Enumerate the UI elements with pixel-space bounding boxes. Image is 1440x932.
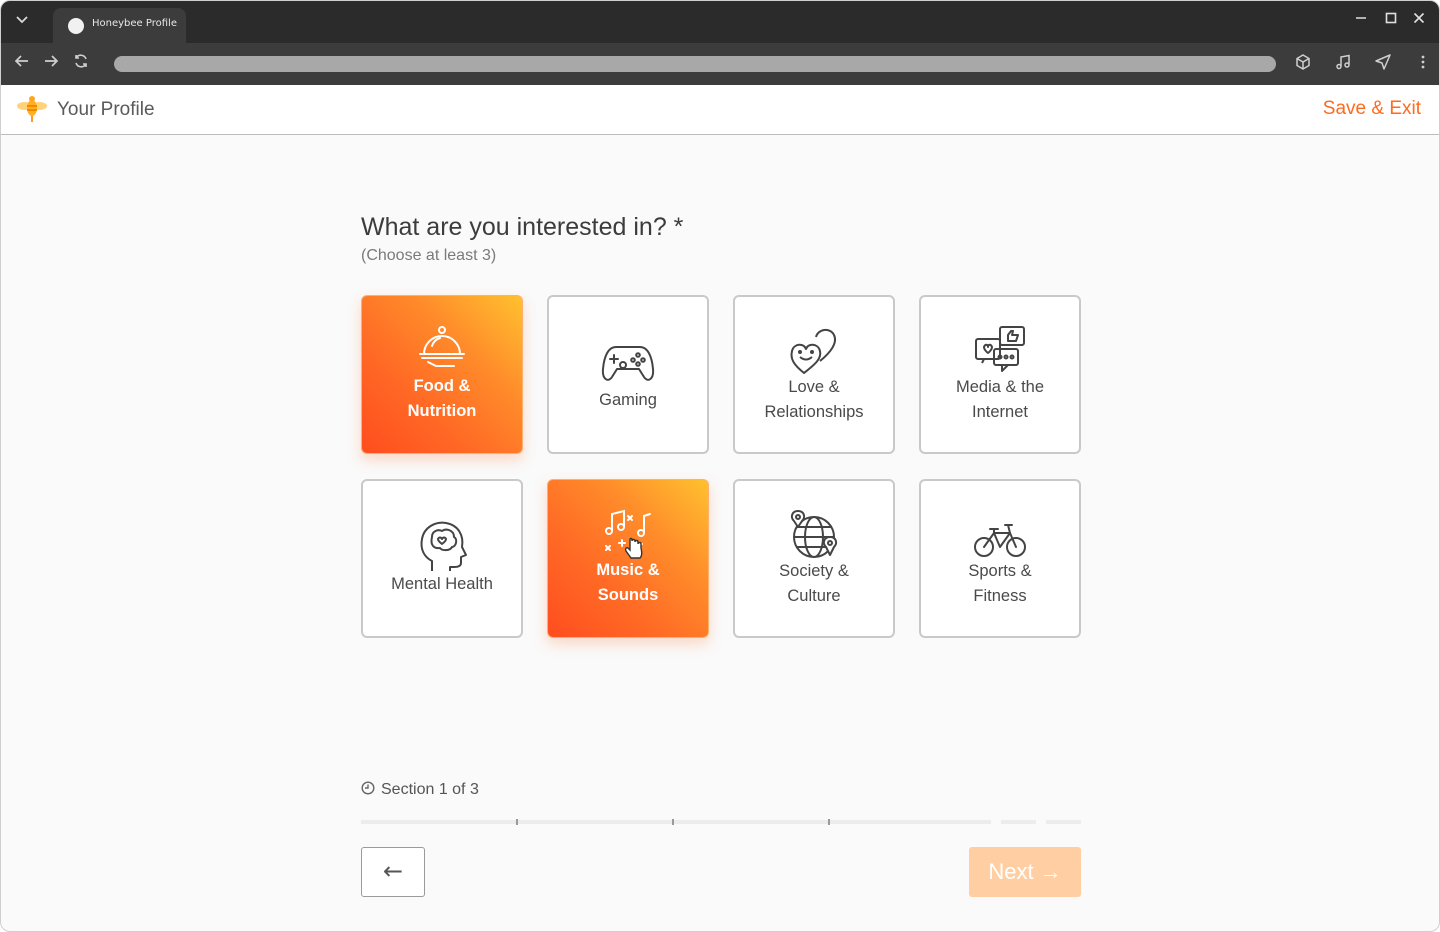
next-button[interactable]: Next → [969, 847, 1081, 897]
back-arrow-icon[interactable] [11, 53, 33, 75]
interest-card-love-relationships[interactable]: Love & Relationships [733, 295, 895, 454]
progress-segment [1046, 820, 1081, 824]
interest-card-food-nutrition[interactable]: Food & Nutrition [361, 295, 523, 454]
favicon-icon [68, 18, 84, 34]
progress-tick [672, 819, 674, 825]
interest-card-sports-fitness[interactable]: Sports & Fitness [919, 479, 1081, 638]
interest-label-line2: Relationships [764, 403, 864, 421]
maximize-icon[interactable] [1382, 12, 1400, 30]
chevron-down-icon[interactable] [11, 11, 33, 33]
interest-card-society-culture[interactable]: Society & Culture [733, 479, 895, 638]
page-title: Your Profile [57, 99, 155, 120]
honeybee-logo-icon [17, 96, 47, 122]
kebab-menu-icon[interactable] [1412, 53, 1434, 75]
progress-segment [1001, 820, 1036, 824]
minimize-icon[interactable] [1352, 12, 1370, 30]
close-icon[interactable] [1410, 12, 1428, 30]
browser-window: Honeybee Profile Your Profile Save & Exi… [0, 0, 1440, 932]
progress-segment [361, 820, 991, 824]
interest-label-line1: Love & [788, 378, 840, 396]
interest-label-line1: Music & [596, 561, 660, 579]
interest-label-line2: Sounds [597, 586, 659, 604]
progress-tick [516, 819, 518, 825]
interest-label-line1: Sports & [968, 562, 1032, 580]
bicycle-icon [974, 524, 1026, 557]
brain-head-icon [420, 521, 467, 571]
question-heading: What are you interested in? * [361, 213, 684, 241]
interest-label-line2: Nutrition [407, 402, 477, 420]
gamepad-icon [601, 346, 655, 381]
address-bar[interactable] [114, 56, 1276, 72]
clock-icon [361, 781, 375, 795]
interest-label-line1: Media & the [955, 378, 1045, 396]
interest-label-line2: Culture [787, 587, 841, 605]
arrow-right-icon: → [1039, 859, 1062, 884]
send-icon[interactable] [1372, 53, 1394, 75]
forward-arrow-icon[interactable] [40, 53, 62, 75]
cube-icon[interactable] [1292, 53, 1314, 75]
interest-card-gaming[interactable]: Gaming [547, 295, 709, 454]
interest-label-line2: Internet [972, 403, 1028, 421]
interest-label-line1: Food & [413, 377, 471, 395]
hearts-icon [790, 329, 836, 374]
interest-label-line2: Fitness [973, 587, 1027, 605]
browser-toolbar [1, 43, 1439, 85]
browser-tab[interactable]: Honeybee Profile [53, 8, 186, 43]
interest-label: Mental Health [391, 575, 493, 593]
interest-label: Gaming [599, 391, 657, 409]
next-label: Next [988, 859, 1034, 884]
back-button[interactable]: ← [361, 847, 425, 897]
interest-card-media-internet[interactable]: Media & the Internet [919, 295, 1081, 454]
section-indicator: Section 1 of 3 [361, 781, 479, 799]
progress-bar [361, 819, 1081, 825]
interest-card-mental-health[interactable]: Mental Health [361, 479, 523, 638]
app-header: Your Profile Save & Exit [1, 85, 1439, 135]
save-exit-link[interactable]: Save & Exit [1323, 98, 1421, 120]
reload-icon[interactable] [70, 53, 92, 75]
food-cloche-icon [419, 326, 465, 367]
chat-bubbles-icon [975, 326, 1025, 372]
browser-titlebar: Honeybee Profile [1, 1, 1439, 43]
globe-pins-icon [790, 510, 838, 558]
music-note-icon[interactable] [1332, 53, 1354, 75]
section-text: Section 1 of 3 [381, 781, 479, 798]
interest-label-line1: Society & [779, 562, 849, 580]
interest-card-music-sounds[interactable]: Music & Sounds [547, 479, 709, 638]
progress-tick [828, 819, 830, 825]
back-arrow-icon: ← [382, 857, 404, 885]
tab-title: Honeybee Profile [92, 18, 177, 29]
question-subtitle: (Choose at least 3) [361, 247, 497, 264]
music-notes-icon [605, 509, 651, 559]
